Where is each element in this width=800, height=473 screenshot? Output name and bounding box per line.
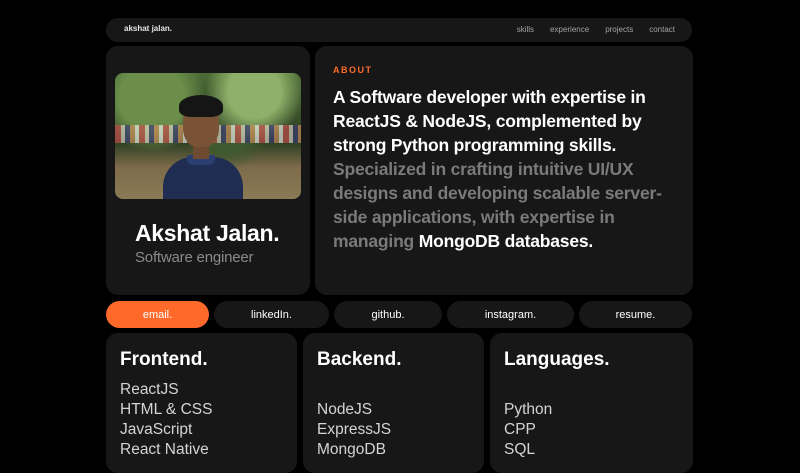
email-button[interactable]: email. — [106, 301, 209, 328]
about-label: ABOUT — [333, 65, 373, 75]
languages-card: Languages. Python CPP SQL — [490, 333, 693, 473]
instagram-button[interactable]: instagram. — [447, 301, 574, 328]
nav-link-skills[interactable]: skills — [517, 25, 534, 34]
backend-list: NodeJS ExpressJS MongoDB — [317, 400, 391, 460]
profile-photo — [115, 73, 301, 199]
skill-item: NodeJS — [317, 401, 373, 418]
languages-title: Languages. — [504, 349, 610, 370]
about-highlight: MongoDB databases. — [418, 231, 594, 251]
frontend-title: Frontend. — [120, 349, 208, 370]
about-lead: A Software developer with expertise in R… — [333, 87, 646, 155]
skill-item: MongoDB — [317, 441, 386, 458]
github-button[interactable]: github. — [334, 301, 442, 328]
skill-item: JavaScript — [120, 421, 193, 438]
skill-item: React Native — [120, 441, 209, 458]
skill-item: HTML & CSS — [120, 401, 213, 418]
backend-title: Backend. — [317, 349, 402, 370]
nav-link-contact[interactable]: contact — [649, 25, 675, 34]
nav-link-projects[interactable]: projects — [605, 25, 633, 34]
frontend-card: Frontend. ReactJS HTML & CSS JavaScript … — [106, 333, 297, 473]
nav-link-experience[interactable]: experience — [550, 25, 589, 34]
profile-name: Akshat Jalan. — [135, 220, 280, 246]
nav-links: skills experience projects contact — [517, 25, 675, 34]
skill-item: CPP — [504, 421, 536, 438]
resume-button[interactable]: resume. — [579, 301, 692, 328]
profile-role: Software engineer — [135, 249, 254, 266]
backend-card: Backend. NodeJS ExpressJS MongoDB — [303, 333, 484, 473]
skill-item: ReactJS — [120, 381, 179, 398]
skill-item: ExpressJS — [317, 421, 392, 438]
linkedin-button[interactable]: linkedIn. — [214, 301, 329, 328]
profile-card: Akshat Jalan. Software engineer — [106, 46, 310, 295]
skill-item: Python — [504, 401, 553, 418]
skill-item: SQL — [504, 441, 536, 458]
about-text: A Software developer with expertise in R… — [333, 85, 683, 253]
frontend-list: ReactJS HTML & CSS JavaScript React Nati… — [120, 380, 212, 460]
site-logo[interactable]: akshat jalan. — [124, 24, 172, 33]
about-card: ABOUT A Software developer with expertis… — [315, 46, 693, 295]
social-links: email. linkedIn. github. instagram. resu… — [106, 301, 692, 328]
top-nav: akshat jalan. skills experience projects… — [106, 18, 692, 42]
languages-list: Python CPP SQL — [504, 400, 552, 460]
